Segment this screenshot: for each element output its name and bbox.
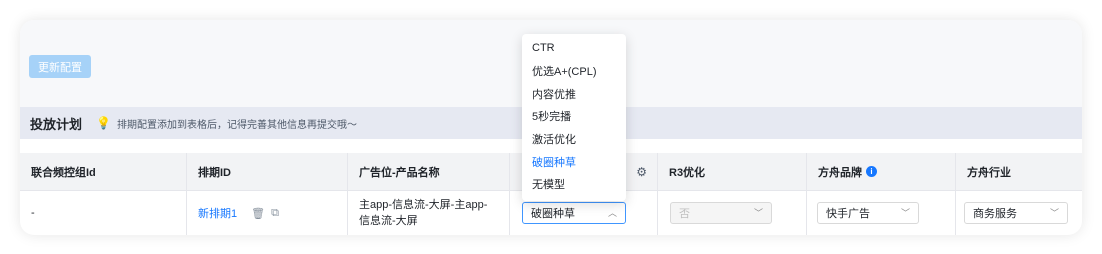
goal-dropdown-menu: CTR 优选A+(CPL) 内容优推 5秒完播 激活优化 破圈种草 无模型 — [522, 34, 626, 201]
r3-select-value: 否 — [679, 208, 690, 220]
copy-icon[interactable]: ⧉ — [271, 207, 279, 220]
col-placement: 广告位-产品名称 — [348, 153, 510, 190]
chevron-down-icon: ﹀ — [900, 208, 910, 218]
dropdown-option[interactable]: 内容优推 — [522, 82, 626, 105]
col-brand-label: 方舟品牌 — [818, 166, 862, 179]
chevron-down-icon: ﹀ — [1049, 208, 1059, 218]
section-tip: 排期配置添加到表格后，记得完善其他信息再提交哦～ — [116, 119, 357, 131]
info-icon[interactable]: i — [866, 166, 877, 177]
chevron-down-icon: ﹀ — [753, 208, 763, 218]
goal-select-value: 破圈种草 — [531, 208, 575, 220]
schedule-id-link[interactable]: 新排期1 — [198, 205, 237, 221]
r3-select: 否 ﹀ — [670, 202, 772, 224]
cell-placement: 主app-信息流-大屏-主app- 信息流-大屏 — [348, 190, 510, 235]
lightbulb-icon: 💡 — [96, 116, 111, 130]
industry-select[interactable]: 商务服务 ﹀ — [964, 202, 1068, 224]
dropdown-option[interactable]: 无模型 — [522, 173, 626, 196]
brand-select-value: 快手广告 — [826, 208, 870, 220]
col-schedule-id: 排期ID — [187, 153, 348, 190]
placement-line-1: 主app-信息流-大屏-主app- — [359, 199, 488, 211]
col-brand: 方舟品牌 i — [807, 153, 956, 190]
trash-icon[interactable]: 🗑 — [251, 207, 265, 220]
gear-icon[interactable]: ⚙ — [636, 165, 647, 179]
dropdown-option-selected[interactable]: 破圈种草 — [522, 150, 626, 173]
dropdown-option[interactable]: 优选A+(CPL) — [522, 60, 626, 83]
goal-select[interactable]: 破圈种草 ︿ — [522, 202, 626, 224]
industry-select-value: 商务服务 — [973, 208, 1017, 220]
cell-r3: 否 ﹀ — [658, 190, 807, 235]
cell-industry: 商务服务 ﹀ — [956, 190, 1082, 235]
dropdown-option[interactable]: 激活优化 — [522, 128, 626, 151]
section-title: 投放计划 — [30, 116, 83, 132]
cell-schedule-id: 新排期1 🗑 ⧉ — [187, 190, 348, 235]
dropdown-option[interactable]: 5秒完播 — [522, 105, 626, 128]
col-industry: 方舟行业 — [967, 166, 1011, 179]
brand-select[interactable]: 快手广告 ﹀ — [817, 202, 919, 224]
cell-joint-id: - — [20, 190, 187, 235]
dropdown-option[interactable]: CTR — [522, 37, 626, 60]
col-joint-id: 联合频控组Id — [20, 153, 187, 190]
placement-line-2: 信息流-大屏 — [359, 215, 418, 227]
update-config-button[interactable]: 更新配置 — [29, 55, 91, 78]
chevron-up-icon: ︿ — [607, 208, 617, 218]
cell-brand: 快手广告 ﹀ — [807, 190, 956, 235]
col-r3: R3优化 — [658, 153, 807, 190]
